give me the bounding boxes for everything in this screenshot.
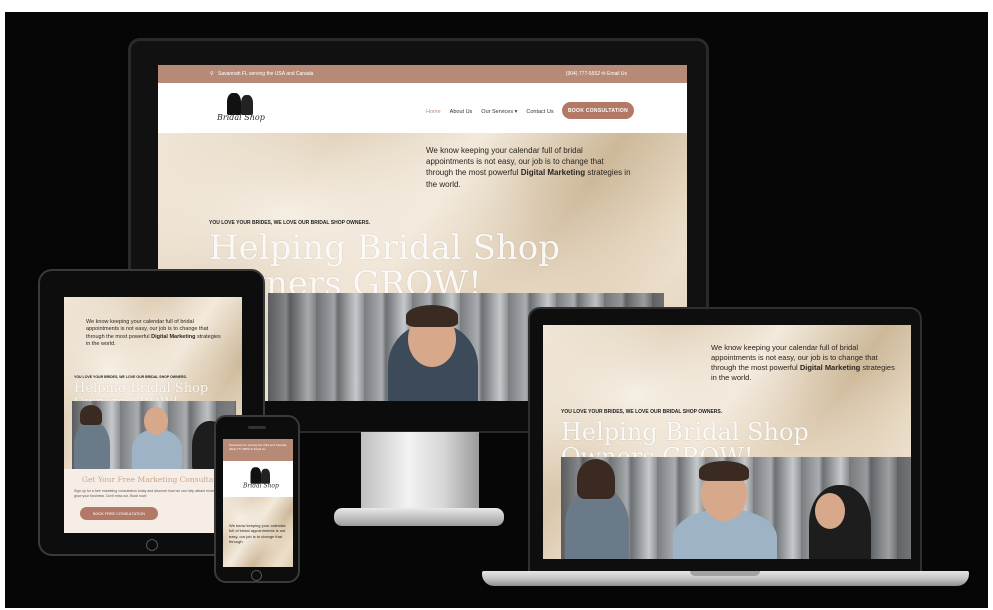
phone-home-button[interactable]	[251, 570, 262, 581]
tablet-person-center-face	[144, 407, 168, 435]
tablet-team-photo	[72, 401, 236, 469]
nav-about[interactable]: About Us	[450, 109, 473, 115]
hero-tagline: YOU LOVE YOUR BRIDES, WE LOVE OUR BRIDAL…	[209, 220, 371, 226]
groom-silhouette-icon	[241, 95, 253, 115]
logo-script: Bridal Shop	[217, 113, 265, 122]
nav-services[interactable]: Our Services ▾	[481, 109, 517, 115]
laptop-tagline: YOU LOVE YOUR BRIDES, WE LOVE OUR BRIDAL…	[561, 409, 723, 415]
tablet-tagline: YOU LOVE YOUR BRIDES, WE LOVE OUR BRIDAL…	[74, 375, 187, 379]
phone-hero: We know keeping your calendar full of br…	[223, 497, 293, 567]
tablet-hero-intro: We know keeping your calendar full of br…	[86, 319, 226, 349]
monitor-stand	[361, 432, 479, 512]
location-pin-icon: ⚲	[210, 71, 214, 77]
consultation-description: Sign up for a free marketing consultatio…	[74, 489, 232, 498]
phone-logo[interactable]: Bridal Shop	[240, 464, 282, 496]
site-logo[interactable]: Bridal Shop	[213, 89, 269, 131]
tablet-home-button[interactable]	[146, 539, 158, 551]
free-consultation-button[interactable]: BOOK FREE CONSULTATION	[80, 507, 158, 520]
person-right-face	[815, 493, 845, 529]
bride-silhouette-icon	[227, 93, 241, 115]
tablet-person-left-hair	[80, 405, 102, 425]
laptop-notch	[690, 571, 760, 576]
laptop-hero-intro: We know keeping your calendar full of br…	[711, 343, 897, 384]
person-hair	[406, 305, 458, 327]
phone-logo-script: Bridal Shop	[243, 482, 279, 489]
phone-top-bar: Savannah FL serving the USA and Canada (…	[223, 439, 293, 461]
site-header: Bridal Shop Home About Us Our Services ▾…	[158, 83, 687, 133]
person-left-hair	[577, 459, 615, 499]
mockup-stage: ⚲ Savannah FL serving the USA and Canada…	[0, 0, 993, 610]
laptop-screen: We know keeping your calendar full of br…	[543, 325, 911, 559]
phone-screen: Savannah FL serving the USA and Canada (…	[223, 439, 293, 567]
tablet-person-left	[74, 421, 110, 469]
laptop-team-photo	[561, 457, 911, 559]
phone-contact[interactable]: (904) 777-5552 ✉ Email Us	[229, 447, 287, 451]
phone-header: Bridal Shop	[223, 461, 293, 497]
book-consultation-button[interactable]: BOOK CONSULTATION	[562, 102, 634, 119]
hero-intro-bold: Digital Marketing	[520, 168, 586, 178]
nav-home[interactable]: Home	[426, 109, 441, 115]
contact-text[interactable]: (904) 777-5552 ✉ Email Us	[566, 71, 627, 77]
monitor-stand-base	[334, 508, 504, 526]
main-nav: Home About Us Our Services ▾ Contact Us	[426, 109, 554, 115]
person-center-hair	[699, 461, 749, 481]
laptop-intro-bold: Digital Marketing	[799, 363, 861, 373]
laptop: We know keeping your calendar full of br…	[528, 307, 922, 575]
consultation-title: Get Your Free Marketing Consultation	[82, 475, 229, 484]
phone-speaker	[248, 426, 266, 429]
phone-hero-intro: We know keeping your calendar full of br…	[229, 523, 286, 545]
phone: Savannah FL serving the USA and Canada (…	[214, 415, 300, 583]
nav-contact[interactable]: Contact Us	[526, 109, 553, 115]
tablet-intro-bold: Digital Marketing	[151, 333, 196, 340]
address-text: Savannah FL serving the USA and Canada	[218, 71, 314, 77]
top-info-bar: ⚲ Savannah FL serving the USA and Canada…	[158, 65, 687, 83]
hero-intro: We know keeping your calendar full of br…	[426, 145, 631, 190]
tablet-person-center	[132, 429, 182, 469]
